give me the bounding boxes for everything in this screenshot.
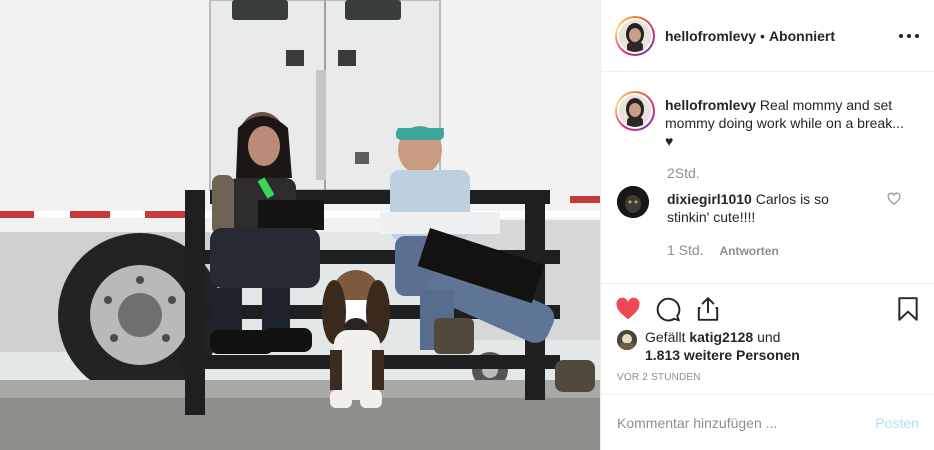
share-icon[interactable]: [695, 296, 721, 322]
likes-others-link[interactable]: 1.813 weitere Personen: [645, 347, 800, 363]
basset-hound: [322, 270, 390, 408]
reply-button[interactable]: Antworten: [719, 244, 778, 258]
commenter-avatar[interactable]: [617, 186, 649, 218]
post-side-panel: hellofromlevy • Abonniert hellofromlevy …: [600, 0, 934, 450]
post-photo[interactable]: [0, 0, 600, 450]
comment-input[interactable]: [617, 409, 857, 437]
post-comment-button[interactable]: Posten: [875, 415, 919, 431]
like-heart-filled-icon[interactable]: [615, 296, 641, 322]
post-timestamp[interactable]: vor 2 Stunden: [617, 372, 701, 383]
caption-story-ring[interactable]: [615, 91, 655, 131]
post-header: hellofromlevy • Abonniert: [601, 0, 934, 72]
more-options-icon[interactable]: [899, 28, 919, 44]
comment-time[interactable]: 1 Std.: [667, 242, 704, 258]
likes-conjunction: und: [757, 329, 781, 345]
caption-time[interactable]: 2Std.: [667, 165, 700, 181]
bookmark-icon[interactable]: [895, 296, 921, 322]
follow-status-button[interactable]: Abonniert: [769, 28, 835, 44]
caption-avatar[interactable]: [619, 95, 651, 127]
separator-dot: •: [760, 27, 765, 44]
action-bar: [601, 283, 934, 335]
photo-illustration: [0, 0, 600, 450]
caption-text-block: hellofromlevy Real mommy and set mommy d…: [665, 96, 905, 150]
story-ring[interactable]: [615, 15, 655, 56]
comment-icon[interactable]: [655, 296, 681, 322]
likes-line-1: Gefällt katig2128 und: [645, 329, 780, 345]
caption-username[interactable]: hellofromlevy: [665, 97, 756, 113]
header-username[interactable]: hellofromlevy: [665, 28, 756, 44]
comment-meta: 1 Std. Antworten: [667, 242, 779, 258]
comment-username[interactable]: dixiegirl1010: [667, 191, 752, 207]
comments-section: hellofromlevy Real mommy and set mommy d…: [601, 73, 934, 283]
avatar[interactable]: [619, 19, 651, 52]
instagram-post: hellofromlevy • Abonniert hellofromlevy …: [0, 0, 934, 450]
likes-prefix: Gefällt: [645, 329, 686, 345]
add-comment-bar: Posten: [601, 394, 934, 450]
liker-username[interactable]: katig2128: [689, 329, 753, 345]
comment-text-block: dixiegirl1010 Carlos is so stinkin' cute…: [667, 190, 867, 226]
liker-avatar[interactable]: [617, 330, 637, 350]
comment-like-heart-icon[interactable]: [887, 192, 901, 206]
